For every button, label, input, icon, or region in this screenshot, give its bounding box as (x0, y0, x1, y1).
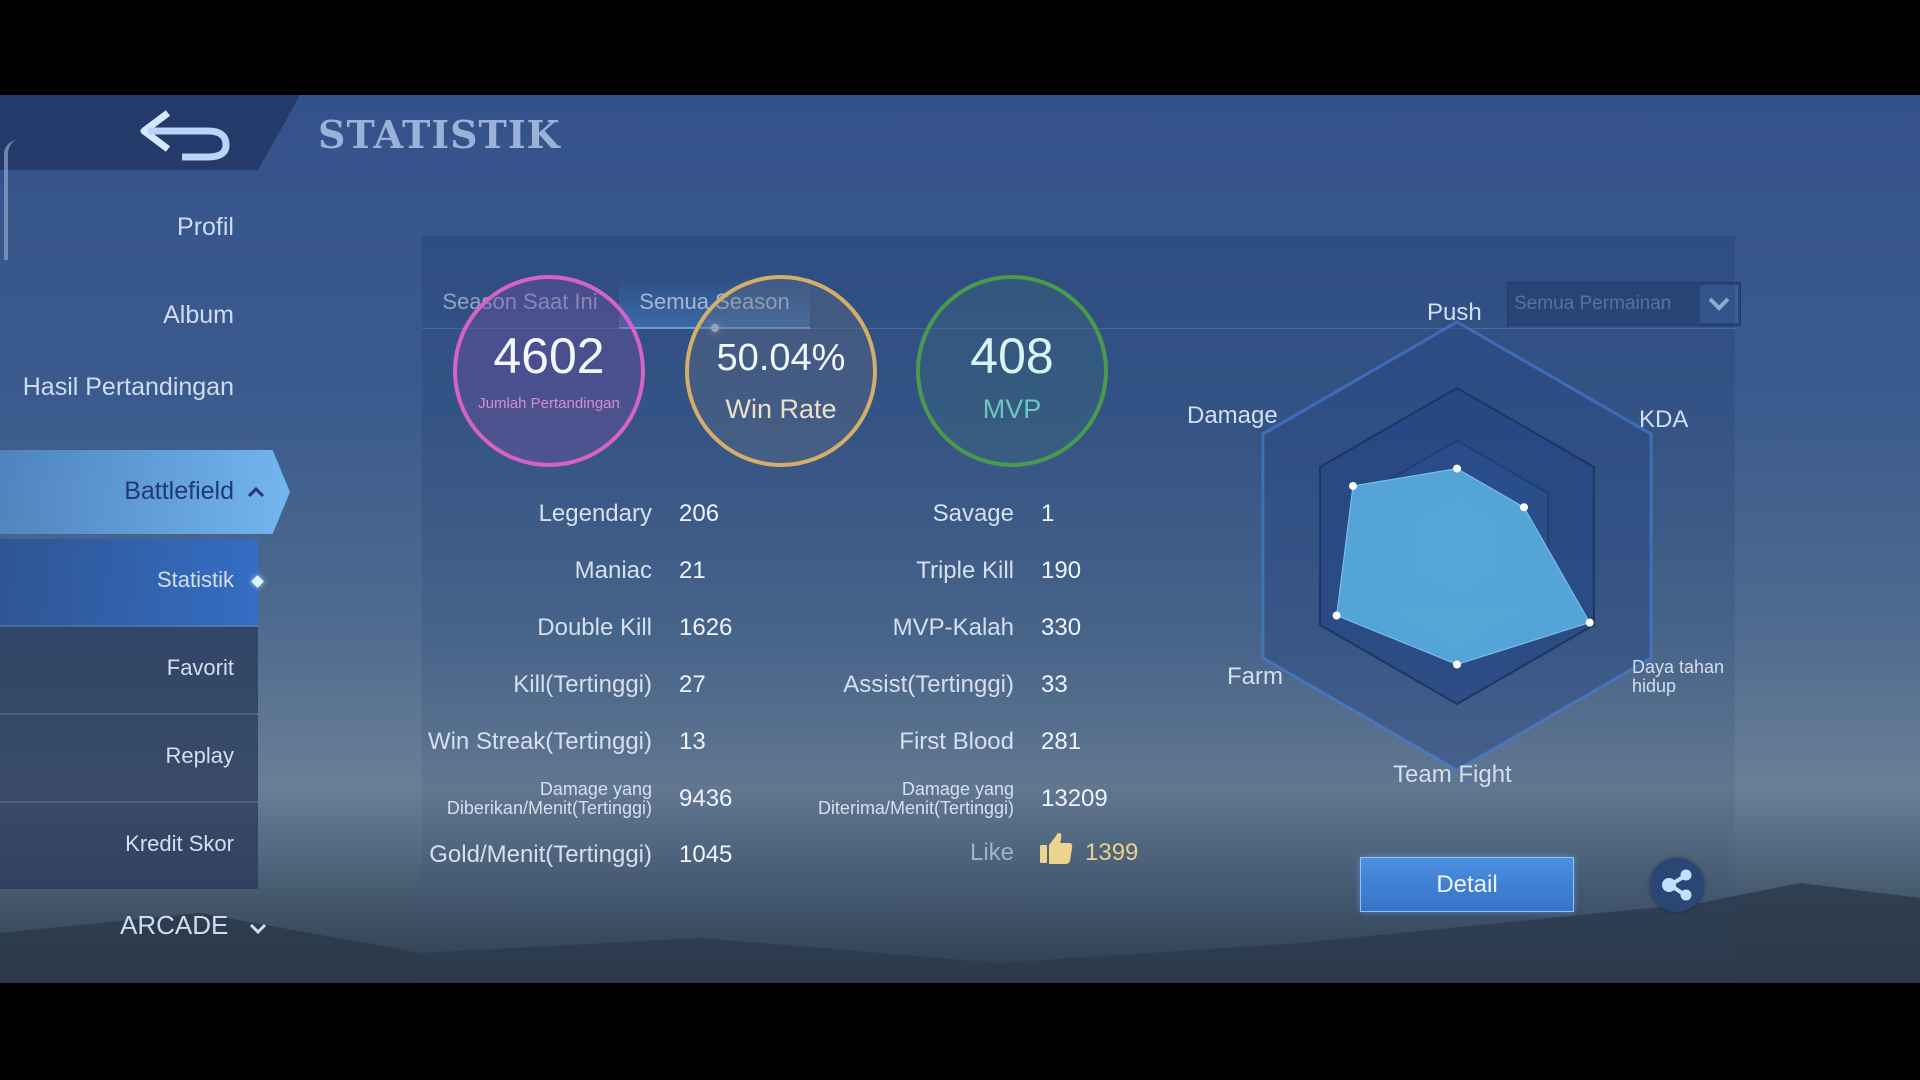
chevron-down-icon (249, 923, 267, 935)
like-count: 1399 (1085, 839, 1139, 866)
label-line-2: Diberikan/Menit(Tertinggi) (446, 798, 652, 818)
stat-value-damage-diterima: 13209 (1041, 785, 1108, 812)
stats-screen: STATISTIK Profil Album Hasil Pertandinga… (0, 95, 1920, 983)
stat-label-triple-kill: Triple Kill (916, 557, 1014, 584)
sidebar-item-album[interactable]: Album (163, 301, 234, 330)
win-rate-ring: 50.04% Win Rate (685, 275, 877, 467)
radar-label-push: Push (1427, 299, 1482, 326)
mvp-label: MVP (982, 394, 1042, 424)
stat-value-gold-menit: 1045 (679, 841, 733, 868)
stat-label-kill-tertinggi: Kill(Tertinggi) (513, 671, 652, 698)
stat-label-damage-diterima: Damage yang Diterima/Menit(Tertinggi) (818, 780, 1014, 818)
sidebar-sub-kredit-skor[interactable]: Kredit Skor (0, 803, 258, 891)
stat-label-gold-menit: Gold/Menit(Tertinggi) (429, 841, 652, 868)
radar-label-kda: KDA (1639, 406, 1689, 433)
share-button[interactable] (1650, 858, 1704, 912)
stat-label-maniac: Maniac (574, 557, 652, 584)
sidebar-sub-replay[interactable]: Replay (0, 715, 258, 803)
radar-label-daya-tahan-hidup: Daya tahan hidup (1632, 657, 1725, 696)
stat-label-damage-diberikan: Damage yang Diberikan/Menit(Tertinggi) (447, 780, 652, 818)
sidebar-item-arcade[interactable]: ARCADE (120, 910, 270, 946)
matches-label: Jumlah Pertandingan (478, 395, 620, 412)
radar-point-farm (1332, 611, 1341, 620)
win-rate-value: 50.04% (716, 337, 846, 379)
sidebar-item-hasil-pertandingan[interactable]: Hasil Pertandingan (14, 373, 234, 402)
active-indicator-icon (251, 575, 264, 588)
sidebar-sub-favorit[interactable]: Favorit (0, 627, 258, 715)
statistik-label: Statistik (156, 567, 234, 592)
edge-decoration (4, 140, 20, 260)
stat-label-double-kill: Double Kill (537, 614, 652, 641)
detail-button[interactable]: Detail (1360, 857, 1574, 912)
stat-label-assist-tertinggi: Assist(Tertinggi) (843, 671, 1014, 698)
stat-label-savage: Savage (932, 500, 1014, 527)
matches-ring: 4602 Jumlah Pertandingan (453, 275, 645, 467)
stat-label-mvp-kalah: MVP-Kalah (892, 614, 1014, 641)
matches-value: 4602 (493, 328, 605, 384)
stat-value-kill-tertinggi: 27 (679, 671, 706, 698)
stat-value-damage-diberikan: 9436 (679, 785, 733, 812)
stat-value-win-streak: 13 (679, 728, 706, 755)
replay-label: Replay (165, 743, 234, 768)
stat-label-win-streak: Win Streak(Tertinggi) (427, 728, 652, 755)
radar-label-damage: Damage (1187, 402, 1278, 429)
label-line-1: Damage yang (901, 779, 1014, 799)
radar-point-kda (1520, 503, 1529, 512)
stat-label-first-blood: First Blood (899, 728, 1014, 755)
stat-value-mvp-kalah: 330 (1041, 614, 1082, 641)
stat-value-first-blood: 281 (1041, 728, 1082, 755)
radar-point-damage (1349, 481, 1358, 490)
battlefield-row[interactable]: Battlefield (0, 450, 290, 534)
thumbs-up-icon[interactable] (1038, 830, 1074, 866)
mvp-value: 408 (970, 328, 1054, 384)
radar-point-push (1453, 464, 1461, 473)
stat-value-assist-tertinggi: 33 (1041, 671, 1068, 698)
like-label: Like (969, 839, 1014, 866)
label-line-1: Damage yang (539, 779, 652, 799)
stat-value-maniac: 21 (679, 557, 706, 584)
win-rate-label: Win Rate (725, 394, 837, 424)
page-title: STATISTIK (318, 112, 561, 157)
label-line-2: Diterima/Menit(Tertinggi) (817, 798, 1014, 818)
radar-label-farm: Farm (1227, 663, 1283, 690)
favorit-label: Favorit (166, 655, 234, 680)
mvp-ring: 408 MVP (916, 275, 1108, 467)
stat-label-legendary: Legendary (538, 500, 652, 527)
battlefield-label: Battlefield (124, 477, 234, 505)
arcade-label: ARCADE (120, 910, 229, 940)
radar-point-daya-tahan-hidup (1585, 618, 1594, 627)
stat-value-legendary: 206 (679, 500, 720, 527)
chevron-up-icon (247, 486, 265, 498)
stat-value-triple-kill: 190 (1041, 557, 1082, 584)
sidebar-item-profil[interactable]: Profil (177, 213, 234, 242)
radar-chart (1261, 320, 1653, 772)
radar-point-team-fight (1453, 660, 1461, 669)
sidebar-sub-statistik[interactable]: Statistik (0, 539, 264, 627)
radar-label-team-fight: Team Fight (1393, 761, 1512, 788)
kredit-skor-label: Kredit Skor (125, 831, 234, 856)
share-icon (1662, 869, 1692, 901)
back-arrow-icon[interactable] (138, 107, 234, 163)
stat-value-savage: 1 (1041, 500, 1055, 527)
stat-value-double-kill: 1626 (679, 614, 733, 641)
